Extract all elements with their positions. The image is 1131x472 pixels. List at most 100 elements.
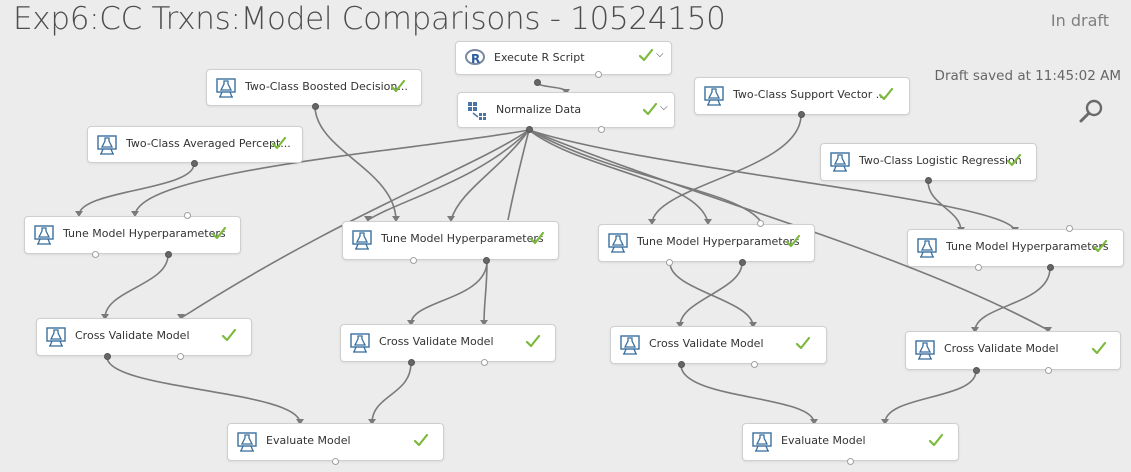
output-port[interactable] xyxy=(925,177,932,184)
output-port[interactable] xyxy=(678,361,685,368)
flask-icon xyxy=(704,86,724,106)
output-port[interactable] xyxy=(177,353,184,360)
module-cross-validate-model[interactable]: Cross Validate Model xyxy=(905,331,1121,370)
experiment-title[interactable]: Exp6:CC Trxns:Model Comparisons - 105241… xyxy=(13,1,726,37)
output-port[interactable] xyxy=(534,79,541,86)
module-label: Tune Model Hyperparameters xyxy=(381,232,544,245)
module-two-class-averaged-perceptron[interactable]: Two-Class Averaged Percept... xyxy=(87,126,303,163)
output-port[interactable] xyxy=(191,160,198,167)
check-icon xyxy=(413,433,429,447)
check-icon xyxy=(1006,153,1022,167)
edge xyxy=(884,370,977,424)
module-cross-validate-model[interactable]: Cross Validate Model xyxy=(610,326,827,364)
edge xyxy=(78,163,195,216)
flask-icon xyxy=(352,230,372,250)
flask-icon xyxy=(608,233,628,253)
module-two-class-boosted-decision-tree[interactable]: Two-Class Boosted Decision... xyxy=(206,69,422,106)
check-icon xyxy=(878,87,894,101)
output-port[interactable] xyxy=(410,257,417,264)
flask-icon xyxy=(216,78,236,98)
output-port[interactable] xyxy=(751,361,758,368)
check-icon xyxy=(795,336,811,350)
output-port[interactable] xyxy=(526,126,533,133)
module-label: Two-Class Averaged Percept... xyxy=(126,137,291,150)
output-port[interactable] xyxy=(92,251,99,258)
output-port[interactable] xyxy=(165,251,172,258)
input-port[interactable] xyxy=(757,220,764,227)
output-port[interactable] xyxy=(666,259,673,266)
module-label: Execute R Script xyxy=(494,51,585,64)
flask-icon xyxy=(34,225,54,245)
input-port[interactable] xyxy=(595,71,602,78)
module-label: Two-Class Boosted Decision... xyxy=(245,80,408,93)
output-port[interactable] xyxy=(312,103,319,110)
module-label: Cross Validate Model xyxy=(379,335,494,348)
output-port[interactable] xyxy=(332,458,339,465)
output-port[interactable] xyxy=(104,353,111,360)
module-tune-model-hyperparameters[interactable]: Tune Model Hyperparameters xyxy=(598,224,815,262)
module-label: Cross Validate Model xyxy=(75,329,190,342)
output-port[interactable] xyxy=(483,257,490,264)
module-tune-model-hyperparameters[interactable]: Tune Model Hyperparameters xyxy=(24,216,241,254)
output-port[interactable] xyxy=(847,458,854,465)
module-two-class-logistic-regression[interactable]: Two-Class Logistic Regression xyxy=(820,143,1037,181)
module-execute-r-script[interactable]: R Execute R Script ⌵ xyxy=(455,41,672,75)
edge xyxy=(104,254,169,319)
module-two-class-support-vector-machine[interactable]: Two-Class Support Vector ... xyxy=(694,77,910,115)
draft-status: In draft xyxy=(1050,11,1109,30)
output-port[interactable] xyxy=(1047,264,1054,271)
check-icon xyxy=(525,334,541,348)
output-port[interactable] xyxy=(481,359,488,366)
edge xyxy=(367,129,530,221)
output-port[interactable] xyxy=(598,126,605,133)
module-cross-validate-model[interactable]: Cross Validate Model xyxy=(36,318,252,356)
module-label: Normalize Data xyxy=(496,103,582,116)
output-port[interactable] xyxy=(975,264,982,271)
module-tune-model-hyperparameters[interactable]: Tune Model Hyperparameters xyxy=(342,221,559,260)
edge xyxy=(651,114,802,224)
chevron-down-icon[interactable]: ⌵ xyxy=(656,49,664,60)
module-label: Two-Class Support Vector ... xyxy=(733,88,887,101)
flask-icon xyxy=(97,135,117,155)
output-port[interactable] xyxy=(798,111,805,118)
flask-icon xyxy=(752,432,772,452)
module-evaluate-model[interactable]: Evaluate Model xyxy=(227,423,444,461)
output-port[interactable] xyxy=(1045,367,1052,374)
module-label: Evaluate Model xyxy=(781,434,866,447)
edge xyxy=(536,81,567,93)
edge xyxy=(680,364,815,424)
module-label: Tune Model Hyperparameters xyxy=(946,240,1109,253)
flask-icon xyxy=(237,432,257,452)
chevron-down-icon[interactable]: ⌵ xyxy=(660,102,668,113)
check-icon xyxy=(638,48,654,62)
module-label: Two-Class Logistic Regression xyxy=(859,154,1022,167)
normalize-data-icon xyxy=(468,102,486,120)
module-cross-validate-model[interactable]: Cross Validate Model xyxy=(340,324,556,362)
module-label: Cross Validate Model xyxy=(944,342,1059,355)
output-port[interactable] xyxy=(973,367,980,374)
flask-icon xyxy=(620,335,640,355)
output-port[interactable] xyxy=(739,259,746,266)
flask-icon xyxy=(830,152,850,172)
edge xyxy=(410,260,488,325)
module-tune-model-hyperparameters[interactable]: Tune Model Hyperparameters xyxy=(907,229,1124,267)
flask-icon xyxy=(917,238,937,258)
search-icon[interactable] xyxy=(1078,97,1106,125)
output-port[interactable] xyxy=(408,359,415,366)
module-normalize-data[interactable]: Normalize Data ⌵ xyxy=(457,92,675,128)
edge xyxy=(371,362,412,424)
module-label: Evaluate Model xyxy=(266,434,351,447)
flask-icon xyxy=(915,340,935,360)
input-port[interactable] xyxy=(184,212,191,219)
check-icon xyxy=(928,433,944,447)
module-evaluate-model[interactable]: Evaluate Model xyxy=(742,423,959,461)
check-icon xyxy=(529,231,545,245)
check-icon xyxy=(1091,341,1107,355)
flask-icon xyxy=(350,333,370,353)
check-icon xyxy=(221,328,237,342)
r-logo-icon: R xyxy=(465,49,485,66)
edge xyxy=(106,356,301,424)
check-icon xyxy=(785,234,801,248)
module-label: Tune Model Hyperparameters xyxy=(637,235,800,248)
input-port[interactable] xyxy=(1066,225,1073,232)
